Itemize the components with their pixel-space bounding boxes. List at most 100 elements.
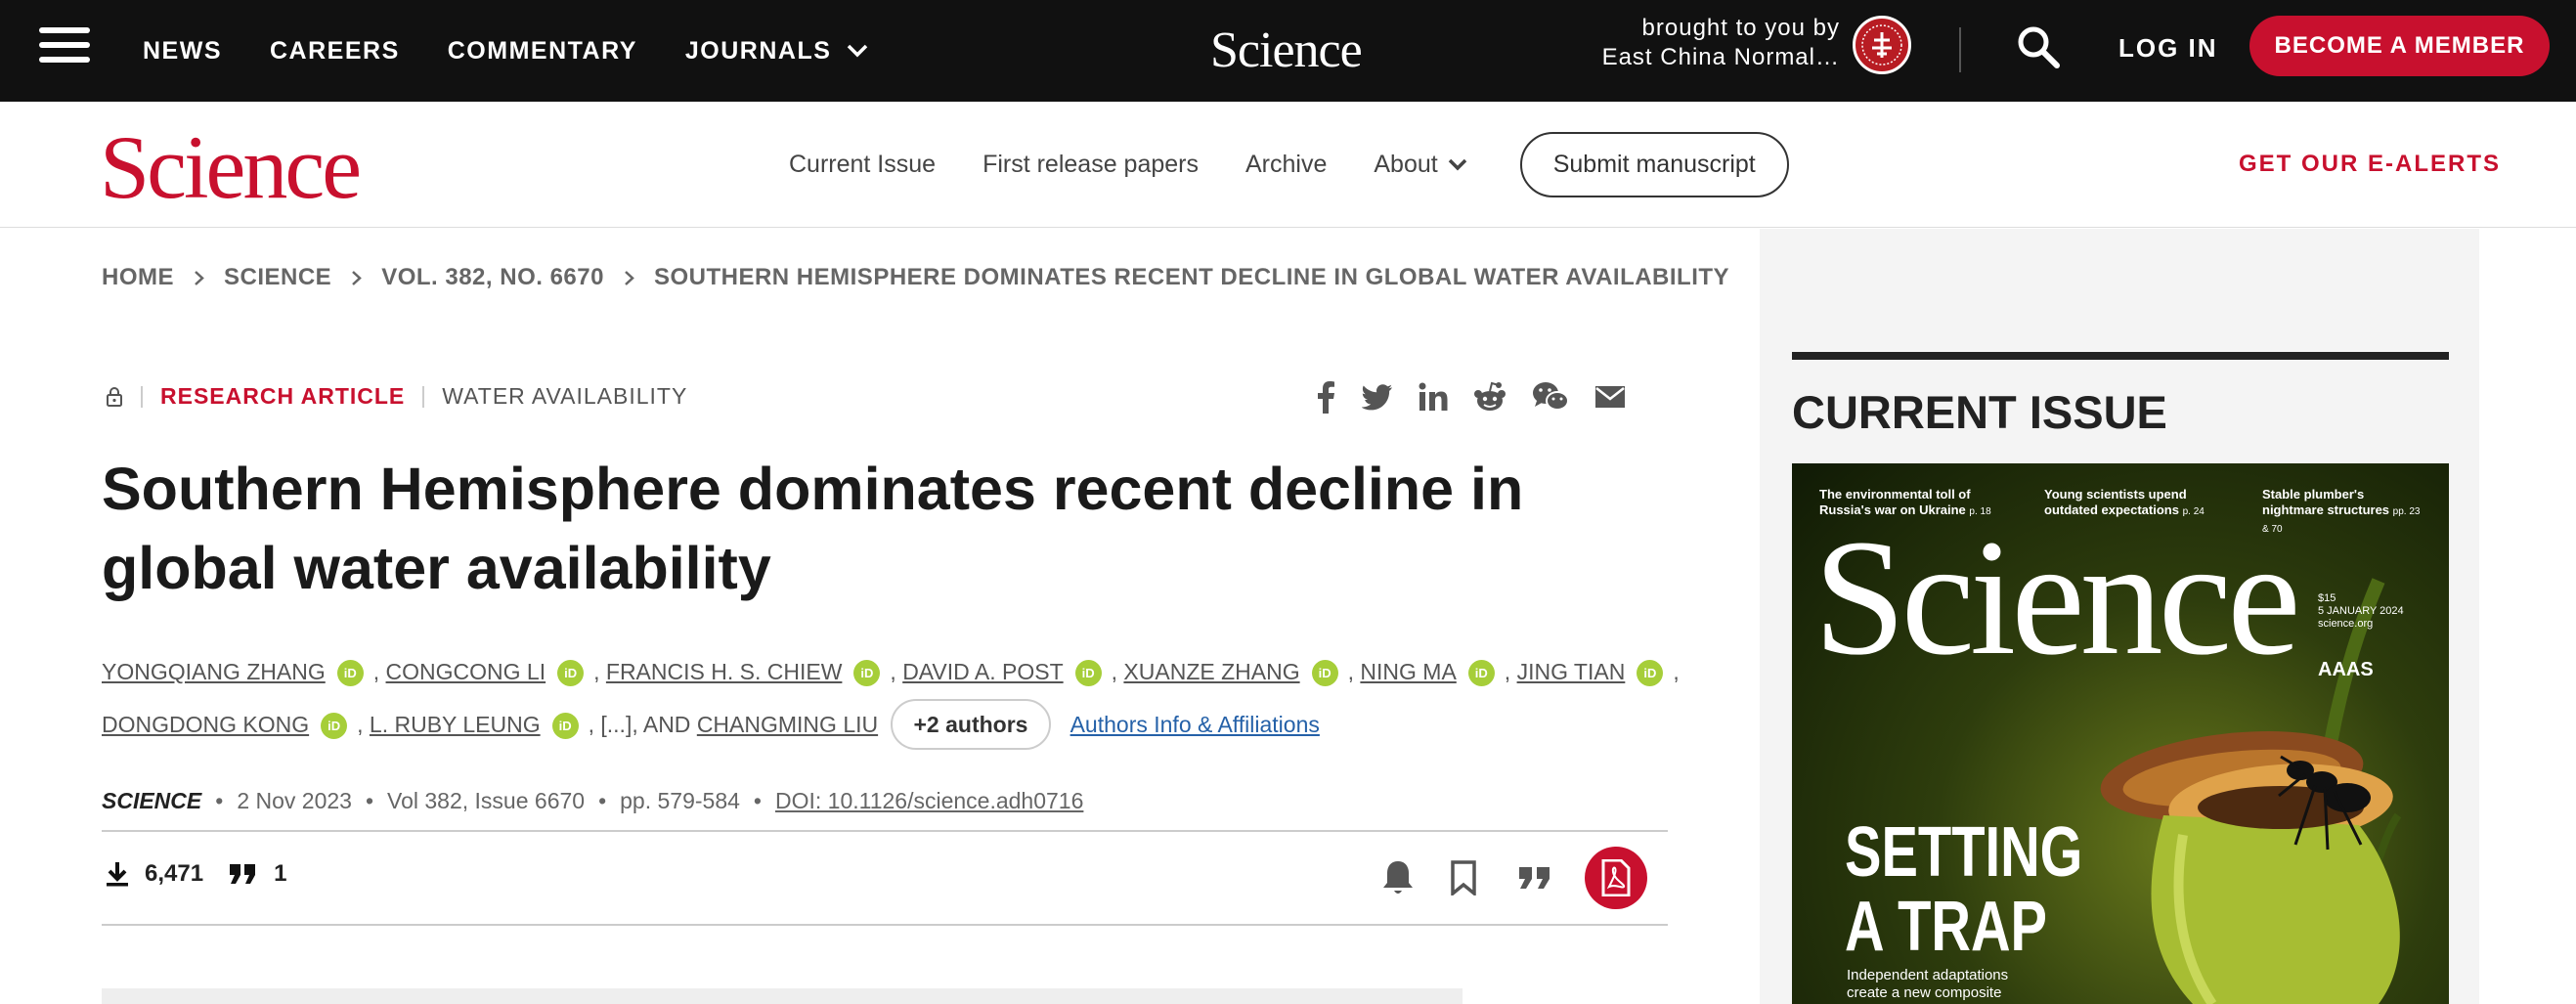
nav-first-release[interactable]: First release papers [982,151,1199,179]
institution-name: East China Normal… [1601,44,1840,70]
orcid-icon[interactable]: iD [853,660,881,687]
institution-access: brought to you by East China Normal… [1525,14,1840,72]
nav-journals-label: JOURNALS [684,36,832,65]
brought-label: brought to you by [1641,15,1840,41]
search-icon[interactable] [2016,24,2061,69]
article-title: Southern Hemisphere dominates recent dec… [102,456,1524,601]
bell-icon[interactable] [1381,859,1415,896]
affiliations-link[interactable]: Authors Info & Affiliations [1070,712,1320,737]
cover-image[interactable]: The environmental toll of Russia's war o… [1792,463,2449,1004]
nav-about[interactable]: About [1374,151,1466,179]
twitter-icon[interactable] [1362,383,1393,411]
orcid-icon[interactable]: iD [1637,660,1664,687]
orcid-icon[interactable]: iD [1467,660,1495,687]
journal-header: Science Current Issue First release pape… [0,102,2576,228]
nav-careers[interactable]: CAREERS [270,37,400,65]
article-topic[interactable]: WATER AVAILABILITY [442,383,687,410]
nav-news[interactable]: NEWS [143,37,222,65]
chevron-right-icon [195,270,204,285]
aaas-logo: AAAS [2318,659,2374,680]
top-bar: NEWS CAREERS COMMENTARY JOURNALS Science… [0,0,2576,102]
top-nav: NEWS CAREERS COMMENTARY JOURNALS [143,0,868,102]
content-placeholder [102,988,1463,1004]
more-authors-button[interactable]: +2 authors [890,699,1052,750]
author-name[interactable]: FRANCIS H. S. CHIEW [606,659,843,684]
science-logo[interactable]: Science [1210,22,1363,79]
volume-issue: Vol 382, Issue 6670 [387,788,586,813]
divider [141,385,143,408]
orcid-icon[interactable]: iD [321,713,348,740]
chevron-down-icon [848,44,868,58]
separator-dot: • [215,788,224,813]
doi-link[interactable]: DOI: 10.1126/science.adh0716 [775,788,1083,814]
breadcrumb: HOME SCIENCE VOL. 382, NO. 6670 SOUTHERN… [102,264,1729,291]
orcid-icon[interactable]: iD [1074,660,1102,687]
cite-icon[interactable] [1518,866,1551,890]
current-issue-heading: CURRENT ISSUE [1792,352,2449,439]
bookmark-icon[interactable] [1450,860,1477,895]
institution-seal-icon [1853,16,1911,74]
author-name[interactable]: NING MA [1360,659,1456,684]
author-name[interactable]: JING TIAN [1517,659,1626,684]
citation-line: SCIENCE • 2 Nov 2023 • Vol 382, Issue 66… [102,788,1083,814]
share-bar [1315,380,1626,414]
science-journal-logo[interactable]: Science [100,115,362,219]
submit-manuscript-button[interactable]: Submit manuscript [1519,132,1789,197]
author-name[interactable]: L. RUBY LEUNG [370,712,541,737]
pdf-icon [1601,859,1631,896]
article-type-row: RESEARCH ARTICLE WATER AVAILABILITY [106,383,687,410]
nav-journals[interactable]: JOURNALS [685,37,869,65]
separator-dot: • [753,788,762,813]
author-name[interactable]: DAVID A. POST [902,659,1063,684]
journal-nav: Current Issue First release papers Archi… [789,102,1789,228]
reddit-icon[interactable] [1473,381,1506,413]
divider [102,830,1668,832]
linkedin-icon[interactable] [1419,382,1448,412]
author-name[interactable]: CHANGMING LIU [697,712,878,737]
divider [422,385,425,408]
article-tools [1381,847,1647,909]
author-name[interactable]: XUANZE ZHANG [1123,659,1299,684]
separator-dot: • [365,788,374,813]
facebook-icon[interactable] [1315,380,1336,414]
author-name[interactable]: YONGQIANG ZHANG [102,659,326,684]
pdf-download-button[interactable] [1585,847,1647,909]
quote-icon [230,864,256,884]
authors-and: , AND [632,712,697,737]
chevron-right-icon [625,270,634,285]
pub-date: 2 Nov 2023 [237,788,352,813]
crumb-article: SOUTHERN HEMISPHERE DOMINATES RECENT DEC… [653,264,1730,290]
divider [1959,27,1961,72]
orcid-icon[interactable]: iD [336,660,364,687]
login-link[interactable]: LOG IN [2118,33,2218,64]
nav-about-label: About [1374,151,1438,178]
lock-icon [107,386,122,407]
journal-name: SCIENCE [102,788,202,813]
become-member-button[interactable]: BECOME A MEMBER [2249,16,2550,76]
author-name[interactable]: CONGCONG LI [386,659,546,684]
cover-title: SETTING A TRAP [1845,813,2083,966]
orcid-icon[interactable]: iD [557,660,585,687]
cover-subtitle: Independent adaptations create a new com… [1847,967,2009,1004]
article-type: RESEARCH ARTICLE [160,383,406,409]
crumb-volume[interactable]: VOL. 382, NO. 6670 [381,264,604,291]
chevron-right-icon [352,270,363,285]
author-list: YONGQIANG ZHANG iD, CONGCONG LI iD, FRANCI… [102,645,1685,751]
orcid-icon[interactable]: iD [1311,660,1338,687]
download-count: 6,471 [145,860,204,887]
authors-ellipsis: [...] [600,712,633,737]
orcid-icon[interactable]: iD [551,713,579,740]
author-name[interactable]: DONGDONG KONG [102,712,309,737]
email-icon[interactable] [1594,385,1626,409]
e-alerts-link[interactable]: GET OUR E-ALERTS [2239,151,2501,178]
cover-price: $15 5 JANUARY 2024 science.org [2318,592,2404,630]
nav-current-issue[interactable]: Current Issue [789,151,936,179]
menu-icon[interactable] [39,27,90,68]
crumb-home[interactable]: HOME [102,264,174,291]
chevron-down-icon [1448,158,1466,171]
wechat-icon[interactable] [1532,381,1569,413]
nav-commentary[interactable]: COMMENTARY [448,37,637,65]
crumb-science[interactable]: SCIENCE [224,264,331,291]
download-icon [107,862,128,887]
nav-archive[interactable]: Archive [1245,151,1327,179]
